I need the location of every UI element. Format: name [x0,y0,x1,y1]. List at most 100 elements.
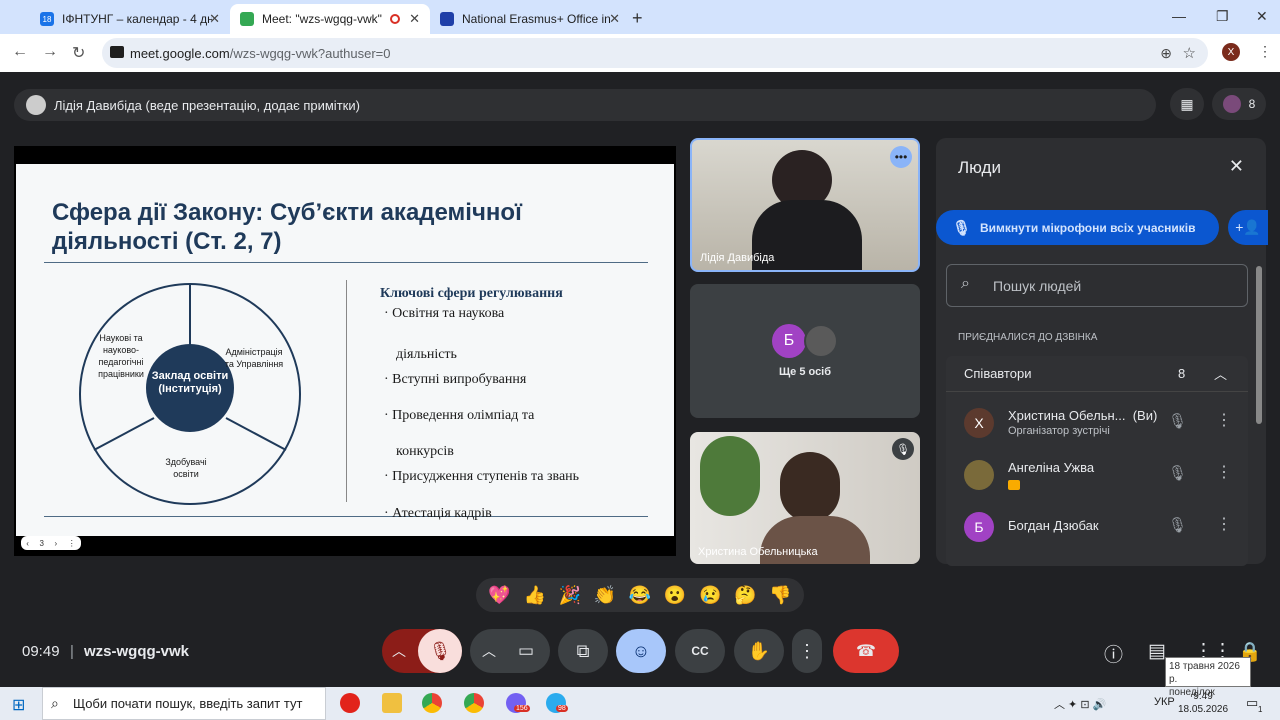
hide-tiles-button[interactable]: ▦ [1170,88,1204,120]
participant-role: Організатор зустрічі [1008,425,1110,437]
url-input[interactable]: meet.google.com/wzs-wgqg-vwk?authuser=0 … [102,38,1208,68]
chevron-up-icon[interactable]: ︿ [482,641,496,661]
slide-pager[interactable]: ‹ 3 › ⋮ [21,536,81,550]
windows-start-icon[interactable]: ⊞ [12,695,25,715]
chevron-up-icon[interactable]: ︿ [392,641,406,661]
tooltip-day: понеділок [1169,687,1215,698]
no-video-grid-icon: ▦ [1180,95,1194,112]
participants-avatars-icon [1222,95,1241,113]
more-vert-icon[interactable]: ⋮ [1216,410,1232,430]
reaction-clap[interactable]: 👏 [594,585,616,606]
bookmark-star-icon[interactable]: ☆ [1183,44,1196,62]
more-vert-icon[interactable]: ⋮ [1216,462,1232,482]
search-placeholder: Щоби почати пошук, введіть запит тут [73,696,303,711]
close-icon[interactable]: ✕ [609,11,620,27]
avatar [804,324,838,358]
captions-button[interactable]: CC [675,629,725,673]
prev-icon[interactable]: ‹ [26,539,29,548]
raise-hand-button[interactable]: ✋ [734,629,784,673]
tab-meet[interactable]: Meet: "wzs-wgqg-vwk" ✕ [230,4,430,34]
bullet-item: конкурсів [396,444,454,459]
mic-off-icon[interactable]: 🎙 [418,629,462,673]
taskbar-search-input[interactable]: ⌕ Щоби почати пошук, введіть запит тут [42,687,326,720]
reaction-party[interactable]: 🎉 [559,585,581,606]
profile-avatar[interactable]: X [1222,43,1240,61]
mute-all-button[interactable]: 🎙 Вимкнути мікрофони всіх учасників [936,210,1219,245]
page-number: 3 [39,538,44,548]
forward-icon[interactable]: → [42,43,58,61]
emoji-button[interactable]: ☺ [616,629,666,673]
mic-off-icon[interactable]: 🎙 [1168,516,1187,534]
opera-icon[interactable] [340,693,360,713]
tab-erasmus[interactable]: National Erasmus+ Office in Uk ✕ [430,4,630,34]
info-icon[interactable]: ⓘ [1104,640,1123,667]
tab-calendar[interactable]: 18 ІФНТУНГ – календар - 4 дні, по ✕ [30,4,230,34]
os-taskbar: ⊞ ⌕ Щоби почати пошук, введіть запит тут… [0,687,1280,720]
back-icon[interactable]: ← [12,43,28,61]
more-icon[interactable]: ⋮ [68,539,76,548]
notification-icon[interactable]: ▭ [1246,695,1258,711]
close-icon[interactable]: ✕ [1229,156,1244,177]
video-tile-presenter[interactable]: ••• Лідія Давибіда [690,138,920,272]
next-icon[interactable]: › [54,539,57,548]
participant-row[interactable]: Ангеліна Ужва 🎙 ⋮ [946,450,1248,500]
more-options-icon[interactable]: ••• [890,146,912,168]
participant-row[interactable]: Б Богдан Дзюбак 🎙 ⋮ [946,502,1248,552]
joined-section-label: ПРИЄДНАЛИСЯ ДО ДЗВІНКА [958,332,1098,343]
avatar: Б [964,512,994,542]
reaction-thinking[interactable]: 🤔 [734,585,756,606]
chrome-icon[interactable] [464,693,484,713]
tray-icons[interactable]: ︿ ✦ ⊡ 🔊 [1054,696,1106,712]
zoom-icon[interactable]: ⊕ [1160,45,1172,62]
emoji-icon: ☺ [631,640,651,661]
mic-off-icon[interactable]: 🎙 [1168,412,1187,430]
hang-up-icon: ☎ [856,643,876,660]
scrollbar[interactable] [1256,266,1262,424]
reaction-heart[interactable]: 💖 [488,585,510,606]
presenter-text: Лідія Давибіда (веде презентацію, додає … [54,97,360,113]
mic-control[interactable]: ︿ 🎙 [382,629,462,673]
add-person-icon[interactable]: +👤 [1228,210,1268,245]
bullet-item: · Освітня та наукова [384,306,505,321]
reaction-laugh[interactable]: 😂 [629,585,651,606]
minimize-button[interactable]: — [1172,8,1186,24]
reaction-sad[interactable]: 😢 [699,585,721,606]
chat-icon[interactable]: ▤ [1148,640,1166,663]
people-search-input[interactable]: ⌕ Пошук людей [946,264,1248,307]
participant-row[interactable]: Х Христина Обельн... (Ви) Організатор зу… [946,398,1248,448]
file-explorer-icon[interactable] [382,693,402,713]
browser-menu-icon[interactable]: ⋮ [1258,43,1272,60]
present-screen-icon: ⧉ [576,640,590,661]
chevron-up-icon[interactable]: ︿ [1214,364,1227,383]
reaction-thumbs-up[interactable]: 👍 [523,585,545,606]
bullet-item: · Атестація кадрів [384,506,492,521]
participant-name: Ангеліна Ужва [1008,460,1095,475]
more-options-button[interactable]: ⋮ [792,629,822,673]
panel-title: Люди [958,158,1001,177]
participants-button[interactable]: 8 [1212,88,1266,120]
chrome-icon[interactable] [422,693,442,713]
meeting-time: 09:49 [22,643,60,660]
reaction-surprised[interactable]: 😮 [664,585,686,606]
leave-call-button[interactable]: ☎ [833,629,899,673]
bullet-item: · Присудження ступенів та звань [384,469,580,484]
bullet-item: · Вступні випробування [384,372,527,387]
more-vert-icon[interactable]: ⋮ [1216,514,1232,534]
present-button[interactable]: ⧉ [558,629,608,673]
camera-control[interactable]: ︿ ▭ [470,629,550,673]
presenting-icon [1008,480,1020,490]
video-tile-others[interactable]: Б Ще 5 осіб [690,284,920,418]
reload-icon[interactable]: ↻ [72,43,85,63]
new-tab-button[interactable]: + [632,8,643,29]
close-icon[interactable]: ✕ [209,11,220,27]
close-window-button[interactable]: ✕ [1256,8,1268,25]
people-panel: Люди ✕ 🎙 Вимкнути мікрофони всіх учасник… [936,138,1268,566]
group-header[interactable]: Співавтори 8 ︿ [946,356,1248,392]
slide-title: Сфера дії Закону: Суб’єкти академічної ді… [52,198,522,256]
mic-off-icon[interactable]: 🎙 [1168,464,1187,482]
close-icon[interactable]: ✕ [409,11,420,27]
camera-icon[interactable]: ▭ [518,641,534,661]
video-tile-self[interactable]: 🎙 Христина Обельницька [690,432,920,564]
reaction-thumbs-down[interactable]: 👎 [769,585,791,606]
maximize-button[interactable]: ❐ [1216,8,1229,25]
